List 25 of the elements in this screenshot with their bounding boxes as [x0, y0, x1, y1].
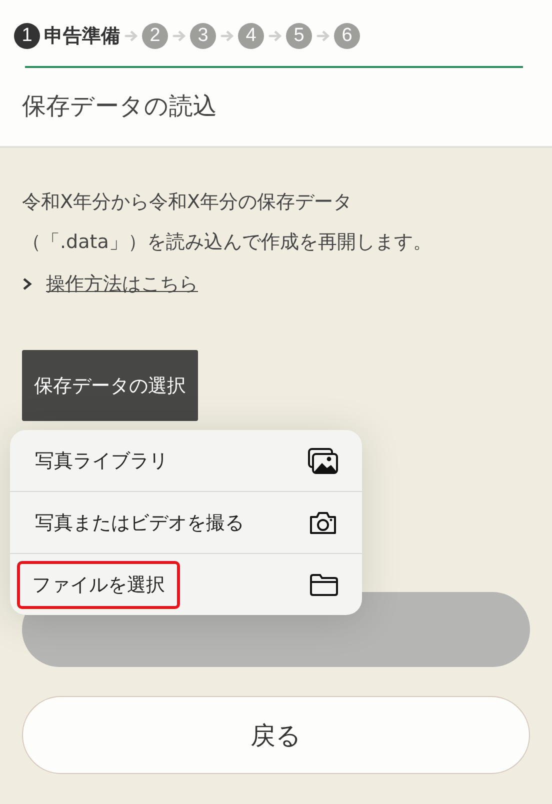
arrow-icon: [172, 30, 186, 42]
select-data-button[interactable]: 保存データの選択: [22, 350, 198, 421]
photos-icon: [308, 448, 338, 474]
step-number: 5: [286, 23, 312, 49]
step-number: 2: [142, 23, 168, 49]
arrow-icon: [124, 30, 138, 42]
description-text: 令和X年分から令和X年分の保存データ （「.data」）を読み込んで作成を再開します。: [22, 190, 433, 255]
menu-item[interactable]: 写真ライブラリ: [10, 430, 362, 491]
step-number: 4: [238, 23, 264, 49]
step-number: 6: [334, 23, 360, 49]
folder-icon: [310, 574, 338, 596]
step-label: 申告準備: [44, 24, 120, 49]
back-button[interactable]: 戻る: [22, 696, 530, 774]
arrow-icon: [268, 30, 282, 42]
arrow-icon: [316, 30, 330, 42]
menu-item[interactable]: ファイルを選択: [10, 553, 362, 615]
step-number: 3: [190, 23, 216, 49]
menu-item[interactable]: 写真またはビデオを撮る: [10, 491, 362, 553]
help-link[interactable]: 操作方法はこちら: [46, 271, 198, 297]
highlight-frame: ファイルを選択: [20, 564, 177, 606]
camera-icon: [308, 510, 338, 534]
page-title: 保存データの読込: [21, 91, 218, 122]
step-number: 1: [14, 23, 40, 49]
chevron-right-icon: [22, 277, 32, 291]
arrow-icon: [220, 30, 234, 42]
